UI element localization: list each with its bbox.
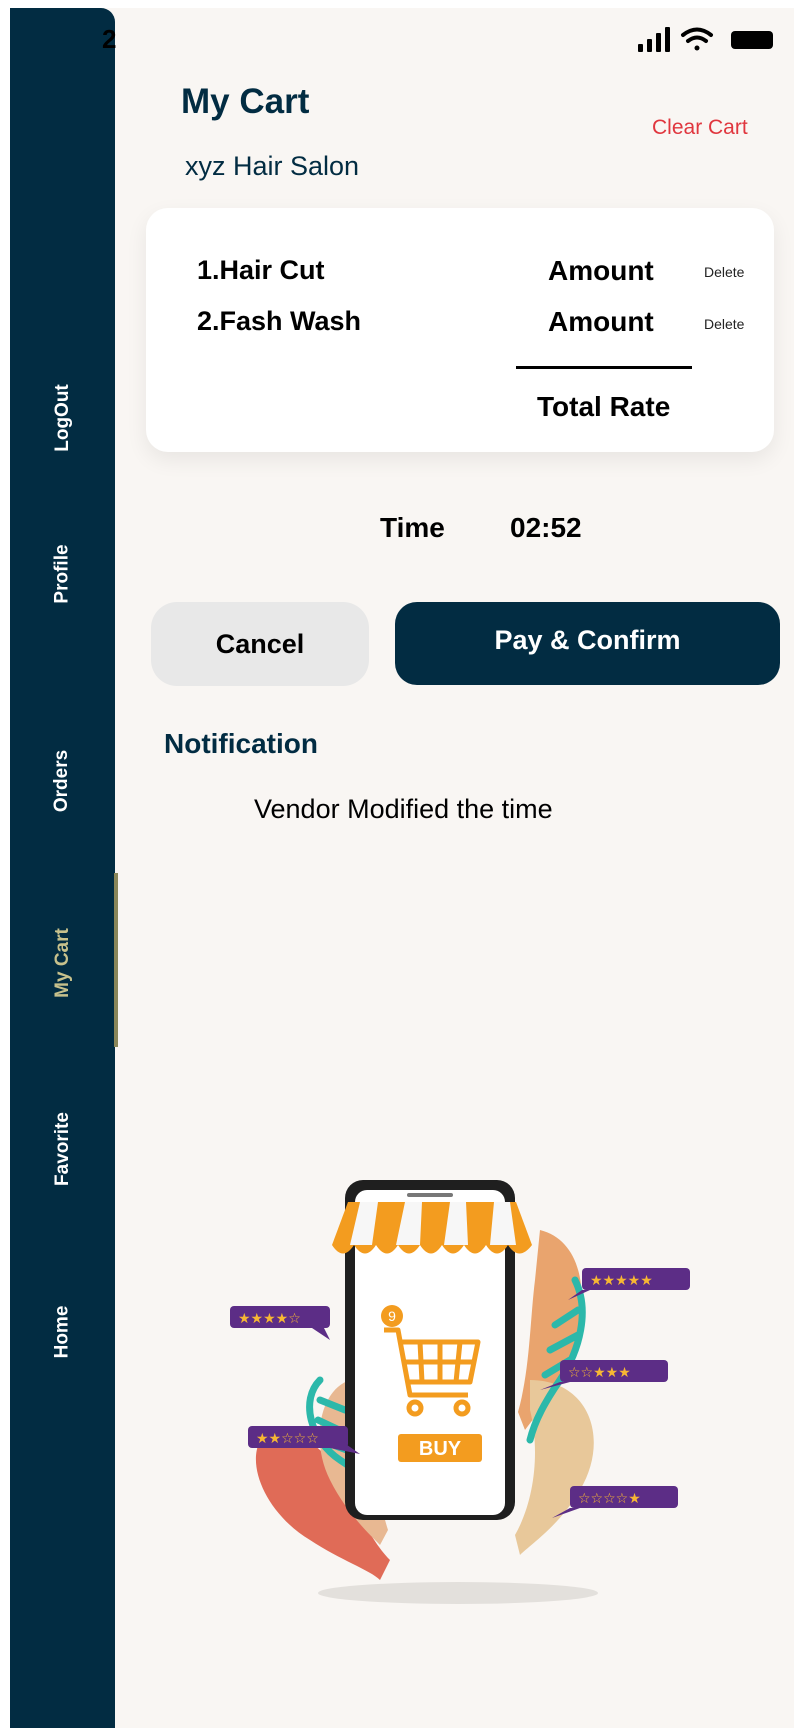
buy-tag-label: BUY [419,1438,462,1460]
delete-item-button[interactable]: Delete [704,264,744,280]
sidebar-nav: LogOut Profile Orders My Cart Favorite H… [10,8,115,1728]
sidebar-item-label: LogOut [51,384,73,452]
clear-cart-link[interactable]: Clear Cart [652,116,748,140]
status-time: 2 [102,24,117,54]
shop-awning-icon [332,1202,532,1254]
sidebar-item-label: Orders [51,749,73,813]
rating-badge: ★★★★★ [568,1268,690,1300]
svg-text:☆☆★★★: ☆☆★★★ [568,1365,631,1381]
battery-icon [731,31,773,49]
cart-item-name: 1.Hair Cut [197,255,325,285]
rating-badge: ★★★★☆ [230,1306,330,1340]
sidebar-item-profile[interactable]: Profile [10,524,115,624]
rating-badge: ☆☆☆☆★ [552,1486,678,1518]
svg-text:★★★★☆: ★★★★☆ [238,1311,301,1327]
shopping-illustration: 9 BUY ★★★★☆ ★★☆☆☆ ★★★★★ ☆☆★★★ ☆☆☆☆★ [230,1180,690,1604]
notification-title: Notification [164,728,318,759]
total-rate-label: Total Rate [537,391,671,422]
sidebar-item-home[interactable]: Home [10,1282,115,1382]
sidebar-item-logout[interactable]: LogOut [10,365,115,471]
svg-text:★★☆☆☆: ★★☆☆☆ [256,1431,319,1447]
signal-icon [638,27,670,52]
salon-name: xyz Hair Salon [185,151,360,181]
sidebar-item-orders[interactable]: Orders [10,731,115,831]
sidebar-item-label: Favorite [51,1112,73,1186]
status-icons [638,27,773,52]
total-divider [516,366,692,369]
sidebar-item-label: Profile [51,544,73,604]
sidebar-item-label: Home [51,1305,73,1359]
cart-item-amount: Amount [548,306,654,337]
page-title: My Cart [181,82,310,121]
delete-item-button[interactable]: Delete [704,316,744,332]
time-label: Time [380,512,445,543]
wifi-icon [681,27,713,51]
cart-item-name: 2.Fash Wash [197,306,362,336]
notification-message: Vendor Modified the time [254,794,553,824]
svg-text:★★★★★: ★★★★★ [590,1273,653,1289]
time-value: 02:52 [510,512,582,543]
cart-badge-count: 9 [388,1308,396,1324]
active-nav-indicator [114,873,118,1047]
sidebar-item-label: My Cart [51,928,73,998]
pay-confirm-button[interactable]: Pay & Confirm [395,602,780,685]
cancel-button[interactable]: Cancel [151,602,369,686]
sidebar-item-favorite[interactable]: Favorite [10,1096,115,1202]
sidebar-item-my-cart[interactable]: My Cart [10,910,115,1016]
svg-text:☆☆☆☆★: ☆☆☆☆★ [578,1491,641,1507]
cart-item-amount: Amount [548,255,654,286]
